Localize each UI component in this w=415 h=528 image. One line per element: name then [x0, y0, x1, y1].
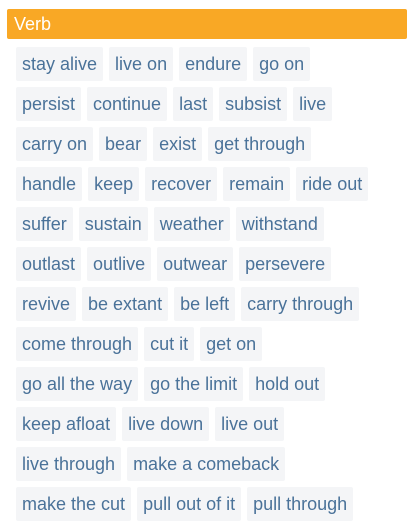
- synonym-chip[interactable]: go on: [253, 47, 311, 81]
- synonym-row: go all the way go the limit hold out: [16, 367, 408, 401]
- synonym-list: stay alive live on endure go on persist …: [16, 47, 408, 527]
- synonym-chip[interactable]: cut it: [144, 327, 195, 361]
- synonym-row: revive be extant be left carry through: [16, 287, 408, 321]
- synonym-chip[interactable]: keep afloat: [16, 407, 117, 441]
- synonym-chip[interactable]: bear: [99, 127, 148, 161]
- synonym-chip[interactable]: make a comeback: [127, 447, 286, 481]
- synonym-row: suffer sustain weather withstand: [16, 207, 408, 241]
- synonym-chip[interactable]: keep: [88, 167, 140, 201]
- synonym-chip[interactable]: live: [293, 87, 333, 121]
- synonym-chip[interactable]: handle: [16, 167, 83, 201]
- synonym-chip[interactable]: get through: [208, 127, 312, 161]
- synonym-chip[interactable]: carry on: [16, 127, 94, 161]
- synonym-chip[interactable]: remain: [223, 167, 291, 201]
- synonym-chip[interactable]: carry through: [241, 287, 360, 321]
- synonym-chip[interactable]: ride out: [296, 167, 369, 201]
- synonym-chip[interactable]: exist: [153, 127, 203, 161]
- section-header: Verb: [7, 9, 407, 39]
- synonym-chip[interactable]: pull out of it: [137, 487, 242, 521]
- synonym-row: outlast outlive outwear persevere: [16, 247, 408, 281]
- synonym-row: live through make a comeback: [16, 447, 408, 481]
- synonym-row: come through cut it get on: [16, 327, 408, 361]
- synonym-chip[interactable]: subsist: [219, 87, 288, 121]
- synonym-chip[interactable]: suffer: [16, 207, 73, 241]
- synonym-row: handle keep recover remain ride out: [16, 167, 408, 201]
- synonym-chip[interactable]: live out: [215, 407, 285, 441]
- synonym-chip[interactable]: come through: [16, 327, 139, 361]
- synonym-chip[interactable]: continue: [87, 87, 168, 121]
- synonym-row: make the cut pull out of it pull through: [16, 487, 408, 521]
- synonym-chip[interactable]: endure: [179, 47, 248, 81]
- synonym-chip[interactable]: live on: [109, 47, 174, 81]
- synonym-chip[interactable]: stay alive: [16, 47, 104, 81]
- synonym-chip[interactable]: live through: [16, 447, 122, 481]
- synonym-chip[interactable]: recover: [145, 167, 218, 201]
- synonym-chip[interactable]: hold out: [249, 367, 326, 401]
- synonym-row: stay alive live on endure go on: [16, 47, 408, 81]
- synonym-chip[interactable]: live down: [122, 407, 210, 441]
- synonym-row: carry on bear exist get through: [16, 127, 408, 161]
- synonym-chip[interactable]: outlive: [87, 247, 152, 281]
- synonym-chip[interactable]: go the limit: [144, 367, 244, 401]
- synonym-chip[interactable]: be left: [174, 287, 236, 321]
- synonym-chip[interactable]: make the cut: [16, 487, 132, 521]
- synonym-chip[interactable]: withstand: [235, 207, 324, 241]
- synonym-chip[interactable]: outwear: [157, 247, 234, 281]
- synonym-row: persist continue last subsist live: [16, 87, 408, 121]
- synonym-chip[interactable]: sustain: [78, 207, 148, 241]
- synonym-chip[interactable]: get on: [200, 327, 263, 361]
- synonym-row: keep afloat live down live out: [16, 407, 408, 441]
- synonym-chip[interactable]: last: [173, 87, 214, 121]
- synonym-chip[interactable]: persevere: [239, 247, 332, 281]
- synonym-chip[interactable]: outlast: [16, 247, 82, 281]
- synonym-chip[interactable]: go all the way: [16, 367, 139, 401]
- synonym-chip[interactable]: revive: [16, 287, 77, 321]
- synonym-chip[interactable]: be extant: [82, 287, 169, 321]
- synonym-chip[interactable]: persist: [16, 87, 82, 121]
- synonym-chip[interactable]: pull through: [247, 487, 354, 521]
- section-title: Verb: [14, 14, 52, 34]
- synonym-chip[interactable]: weather: [153, 207, 230, 241]
